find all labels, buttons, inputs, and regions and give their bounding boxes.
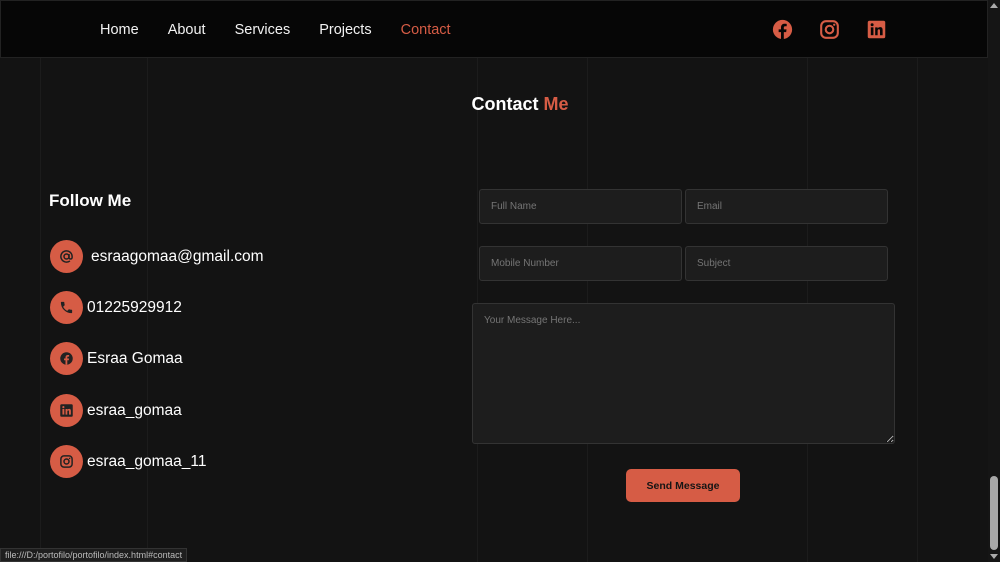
phone-icon (50, 291, 83, 324)
bg-line (40, 58, 41, 562)
email-text: esraagomaa@gmail.com (91, 247, 264, 265)
follow-title: Follow Me (49, 191, 132, 210)
at-icon (50, 240, 83, 273)
page-title: Contact Me (0, 94, 1000, 115)
status-bar: file:///D:/portofilo/portofilo/index.htm… (0, 548, 188, 562)
navbar: Home About Services Projects Contact (0, 0, 988, 58)
contact-linkedin[interactable]: esraa_gomaa (50, 394, 182, 427)
linkedin-text: esraa_gomaa (87, 401, 182, 419)
scrollbar[interactable] (988, 0, 1000, 562)
contact-phone[interactable]: 01225929912 (50, 291, 182, 324)
nav-home[interactable]: Home (100, 22, 139, 38)
contact-email[interactable]: esraagomaa@gmail.com (50, 240, 264, 273)
message-textarea[interactable] (472, 303, 895, 444)
nav-projects[interactable]: Projects (319, 22, 371, 38)
facebook-icon (50, 342, 83, 375)
phone-text: 01225929912 (87, 298, 182, 316)
instagram-text: esraa_gomaa_11 (87, 452, 207, 470)
email-input[interactable] (685, 189, 888, 224)
nav-about[interactable]: About (168, 22, 206, 38)
linkedin-icon (50, 394, 83, 427)
contact-facebook[interactable]: Esraa Gomaa (50, 342, 183, 375)
linkedin-icon[interactable] (866, 19, 887, 40)
facebook-text: Esraa Gomaa (87, 349, 183, 367)
nav-contact[interactable]: Contact (401, 22, 451, 38)
subject-input[interactable] (685, 246, 888, 281)
mobile-input[interactable] (479, 246, 682, 281)
scroll-up-icon[interactable] (990, 3, 998, 8)
scroll-down-icon[interactable] (990, 554, 998, 559)
full-name-input[interactable] (479, 189, 682, 224)
title-accent: Me (543, 94, 569, 114)
title-part1: Contact (471, 94, 539, 114)
facebook-icon[interactable] (772, 19, 793, 40)
contact-instagram[interactable]: esraa_gomaa_11 (50, 445, 207, 478)
send-message-button[interactable]: Send Message (626, 469, 740, 502)
scrollbar-thumb[interactable] (990, 476, 998, 550)
bg-line (917, 58, 918, 562)
nav-services[interactable]: Services (235, 22, 291, 38)
instagram-icon (50, 445, 83, 478)
instagram-icon[interactable] (819, 19, 840, 40)
